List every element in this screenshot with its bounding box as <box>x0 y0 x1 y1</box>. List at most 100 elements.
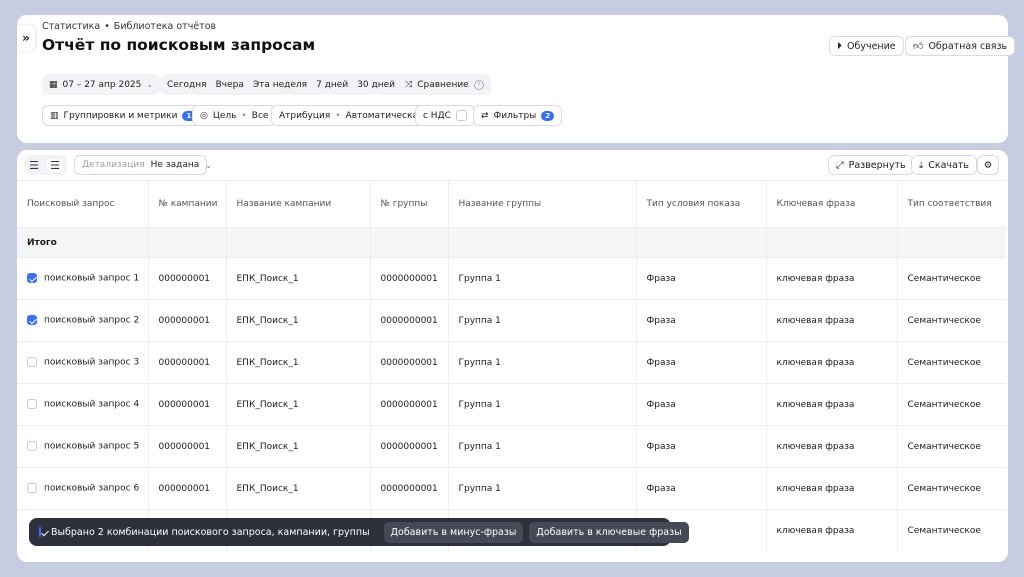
query-cell: поисковый запрос 5 <box>17 425 149 468</box>
target-icon: ◎ <box>200 110 208 121</box>
match-cell: Семантическое <box>897 467 1006 510</box>
campaign-id-cell: 000000001 <box>148 299 227 342</box>
campaign-id-cell: 000000001 <box>148 425 227 468</box>
table-row[interactable]: поисковый запрос 3 000000001 ЕПК_Поиск_1 00… <box>17 341 1006 384</box>
query-cell: поисковый запрос 4 <box>17 383 149 426</box>
breadcrumb-item-statistics[interactable]: Статистика <box>42 21 100 32</box>
period-30-days[interactable]: 30 дней <box>357 80 395 90</box>
add-minus-phrases-button[interactable]: Добавить в минус-фразы <box>383 521 524 543</box>
phrase-cell: ключевая фраза <box>766 299 898 342</box>
filters-button[interactable]: ⇄ Фильтры 2 <box>473 105 563 126</box>
download-button[interactable]: ⤓ Скачать <box>911 155 977 175</box>
condition-cell: Фраза <box>636 299 767 342</box>
total-label: Итого <box>17 227 149 258</box>
query-text: поисковый запрос 6 <box>44 483 140 494</box>
column-header-group-id[interactable]: № группы <box>370 180 449 228</box>
period-yesterday[interactable]: Вчера <box>216 80 244 90</box>
campaign-id-cell: 000000001 <box>148 383 227 426</box>
expand-button[interactable]: ⤢ Развернуть <box>828 155 914 175</box>
group-id-cell: 0000000001 <box>370 341 449 384</box>
condition-cell: Фраза <box>636 257 767 300</box>
column-header-match[interactable]: Тип соответствия <box>897 180 1006 228</box>
query-text: поисковый запрос 5 <box>44 441 140 452</box>
sliders-icon: ⇄ <box>481 110 489 121</box>
group-id-cell: 0000000001 <box>370 299 449 342</box>
attribution-selector[interactable]: Атрибуция • Автоматическая <box>271 105 432 126</box>
phrase-cell: ключевая фраза <box>766 467 898 510</box>
shuffle-icon: ⤨ <box>405 79 413 90</box>
period-today[interactable]: Сегодня <box>167 80 207 90</box>
phrase-cell: ключевая фраза <box>766 257 898 300</box>
view-mode-toggle[interactable]: ☰ ☰ <box>25 155 67 175</box>
chevron-down-icon: ⌄ <box>205 160 212 170</box>
period-7-days[interactable]: 7 дней <box>316 80 348 90</box>
page-title: Отчёт по поисковым запросам <box>42 36 316 54</box>
learning-button[interactable]: ⏵ Обучение <box>829 36 904 56</box>
compact-view-icon[interactable]: ☰ <box>29 159 39 172</box>
match-cell: Семантическое <box>897 299 1006 342</box>
vat-toggle[interactable]: с НДС <box>415 105 475 126</box>
column-header-group-name[interactable]: Название группы <box>448 180 637 228</box>
report-table: Поисковый запрос № кампании Название кам… <box>17 180 1006 552</box>
calendar-icon: ▦ <box>49 79 58 90</box>
row-checkbox[interactable] <box>27 357 37 368</box>
row-checkbox[interactable] <box>27 399 37 410</box>
feedback-button[interactable]: 👍︎ Обратная связь <box>905 36 1016 56</box>
campaign-id-cell: 000000001 <box>148 467 227 510</box>
group-name-cell: Группа 1 <box>448 341 637 384</box>
group-name-cell: Группа 1 <box>448 383 637 426</box>
date-range-picker[interactable]: ▦ 07 – 27 апр 2025 ⌄ <box>42 74 161 95</box>
column-header-condition[interactable]: Тип условия показа <box>636 180 767 228</box>
column-header-phrase[interactable]: Ключевая фраза <box>766 180 898 228</box>
condition-cell: Фраза <box>636 425 767 468</box>
settings-button[interactable]: ⚙ <box>977 155 999 175</box>
maximize-icon: ⤢ <box>836 159 844 171</box>
phrase-cell: ключевая фраза <box>766 425 898 468</box>
table-row[interactable]: поисковый запрос 4 000000001 ЕПК_Поиск_1 00… <box>17 383 1006 426</box>
row-checkbox[interactable] <box>27 441 37 452</box>
column-header-campaign-id[interactable]: № кампании <box>148 180 227 228</box>
match-cell: Семантическое <box>897 383 1006 426</box>
table-row[interactable]: поисковый запрос 2 000000001 ЕПК_Поиск_1 00… <box>17 299 1006 342</box>
goal-selector[interactable]: ◎ Цель • Все <box>192 105 277 126</box>
group-name-cell: Группа 1 <box>448 467 637 510</box>
quick-period-group: Сегодня Вчера Эта неделя 7 дней 30 дней … <box>160 74 418 95</box>
column-header-query[interactable]: Поисковый запрос <box>17 180 149 228</box>
vat-checkbox[interactable] <box>455 110 467 121</box>
select-all-checkbox[interactable] <box>39 527 41 537</box>
table-row[interactable]: поисковый запрос 5 000000001 ЕПК_Поиск_1 00… <box>17 425 1006 468</box>
expand-sidebar-button[interactable]: » <box>17 25 35 51</box>
download-icon: ⤓ <box>919 159 924 171</box>
column-header-campaign-name[interactable]: Название кампании <box>226 180 371 228</box>
query-text: поисковый запрос 1 <box>44 273 140 284</box>
group-id-cell: 0000000001 <box>370 425 449 468</box>
breadcrumb-item-library[interactable]: Библиотека отчётов <box>114 21 216 32</box>
period-this-week[interactable]: Эта неделя <box>253 80 307 90</box>
chevron-down-icon: ⌄ <box>146 80 154 89</box>
query-text: поисковый запрос 2 <box>44 315 140 326</box>
match-cell: Семантическое <box>897 257 1006 300</box>
chevrons-right-icon: » <box>22 31 30 45</box>
query-cell: поисковый запрос 6 <box>17 467 149 510</box>
campaign-name-cell: ЕПК_Поиск_1 <box>226 257 371 300</box>
add-keywords-button[interactable]: Добавить в ключевые фразы <box>529 521 689 543</box>
row-checkbox[interactable] <box>27 315 37 326</box>
group-name-cell: Группа 1 <box>448 257 637 300</box>
table-row[interactable]: поисковый запрос 1 000000001 ЕПК_Поиск_1 00… <box>17 257 1006 300</box>
columns-icon: ▥ <box>50 110 59 121</box>
query-cell: поисковый запрос 3 <box>17 341 149 384</box>
group-id-cell: 0000000001 <box>370 467 449 510</box>
query-text: поисковый запрос 4 <box>44 399 140 410</box>
campaign-id-cell: 000000001 <box>148 257 227 300</box>
row-checkbox[interactable] <box>27 273 37 284</box>
list-view-icon[interactable]: ☰ <box>47 158 63 172</box>
compare-button[interactable]: ⤨ Сравнение ? <box>398 74 491 95</box>
table-row[interactable]: поисковый запрос 6 000000001 ЕПК_Поиск_1 00… <box>17 467 1006 510</box>
groupings-metrics-button[interactable]: ▥ Группировки и метрики 18 <box>42 105 209 126</box>
campaign-name-cell: ЕПК_Поиск_1 <box>226 299 371 342</box>
help-icon[interactable]: ? <box>473 79 484 90</box>
row-checkbox[interactable] <box>27 483 37 494</box>
selection-count-text: Выбрано 2 комбинации поискового запроса,… <box>51 526 370 538</box>
phrase-cell: ключевая фраза <box>766 383 898 426</box>
detail-selector[interactable]: Детализация Не задана ⌄ <box>74 155 212 175</box>
